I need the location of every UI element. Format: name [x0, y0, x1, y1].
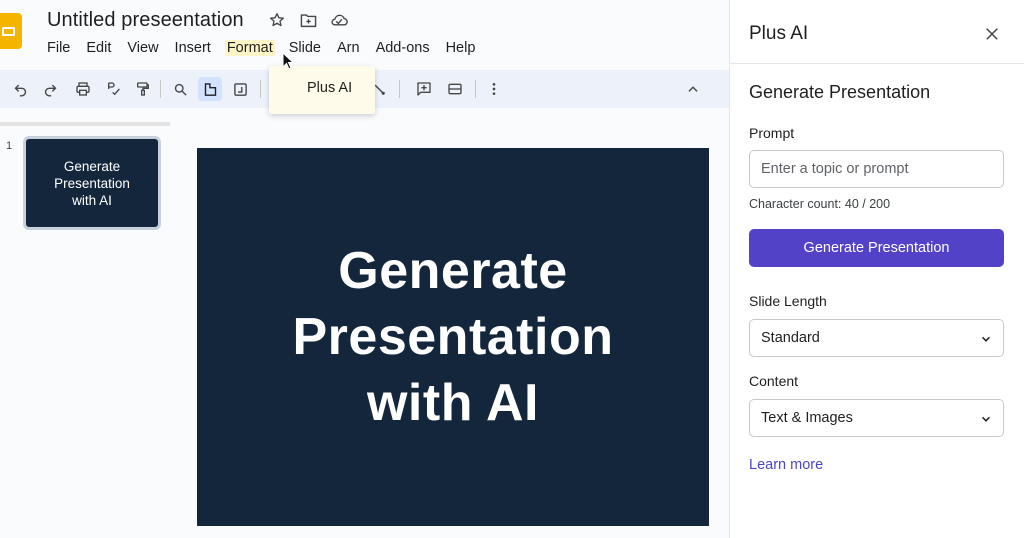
plus-ai-sidebar: Plus AI Generate Presentation Prompt Cha…: [730, 0, 1024, 538]
slide-length-value: Standard: [761, 330, 820, 346]
toolbar-divider: [260, 80, 261, 98]
content-value: Text & Images: [761, 410, 853, 426]
slide-canvas[interactable]: Generate Presentation with AI: [197, 148, 709, 526]
character-count: Character count: 40 / 200: [749, 197, 891, 211]
filmstrip-divider: [0, 122, 170, 126]
slide-thumbnail[interactable]: Generate Presentation with AI: [23, 136, 161, 230]
print-icon[interactable]: [73, 79, 93, 99]
more-icon[interactable]: [484, 79, 504, 99]
slide-length-label: Slide Length: [749, 293, 827, 309]
zoom-icon[interactable]: [170, 79, 190, 99]
undo-icon[interactable]: [10, 79, 30, 99]
menu-format[interactable]: Format: [224, 40, 275, 56]
learn-more-link[interactable]: Learn more: [749, 457, 823, 473]
slides-logo-icon[interactable]: [0, 13, 22, 49]
cloud-status-icon[interactable]: [330, 11, 348, 29]
close-icon[interactable]: [983, 25, 1001, 43]
slides-app: Untitled preseentation File Edit View In…: [0, 0, 730, 538]
slide-number: 1: [6, 140, 13, 152]
move-to-folder-icon[interactable]: [299, 11, 317, 29]
paint-format-icon[interactable]: [133, 79, 153, 99]
panel-title: Plus AI: [749, 23, 809, 44]
image-icon[interactable]: [230, 79, 250, 99]
menu-add-ons[interactable]: Add-ons: [376, 40, 430, 56]
collapse-icon[interactable]: [683, 79, 703, 99]
content-select[interactable]: Text & Images: [749, 399, 1004, 437]
spellcheck-icon[interactable]: [104, 79, 124, 99]
section-title: Generate Presentation: [749, 82, 931, 102]
menu-file[interactable]: File: [47, 40, 70, 56]
toolbar-divider: [399, 80, 400, 98]
menu-bar: File Edit View Insert Format Slide Arn A…: [47, 40, 491, 56]
document-title[interactable]: Untitled preseentation: [47, 9, 244, 32]
chevron-down-icon: [981, 416, 991, 422]
slide-title-text[interactable]: Generate Presentation with AI: [293, 238, 614, 436]
menu-help[interactable]: Help: [446, 40, 476, 56]
thumbnail-text: Generate Presentation with AI: [54, 158, 130, 208]
chevron-down-icon: [981, 336, 991, 342]
layout-icon[interactable]: [445, 79, 465, 99]
toolbar-divider: [160, 80, 161, 98]
menu-edit[interactable]: Edit: [86, 40, 111, 56]
slide-length-select[interactable]: Standard: [749, 319, 1004, 357]
top-bar: Untitled preseentation File Edit View In…: [0, 0, 730, 66]
title-icons: [268, 11, 348, 29]
menu-insert[interactable]: Insert: [175, 40, 211, 56]
select-icon[interactable]: [198, 77, 222, 101]
panel-divider: [730, 63, 1024, 64]
content-label: Content: [749, 373, 799, 389]
comment-icon[interactable]: [414, 79, 434, 99]
prompt-label: Prompt: [749, 125, 795, 141]
menu-view[interactable]: View: [127, 40, 158, 56]
star-icon[interactable]: [268, 11, 286, 29]
prompt-input[interactable]: [749, 150, 1004, 188]
toolbar-divider: [475, 80, 476, 98]
generate-presentation-button[interactable]: Generate Presentation: [749, 229, 1004, 267]
mouse-cursor-icon: [282, 51, 295, 75]
redo-icon[interactable]: [40, 79, 60, 99]
menu-arrange[interactable]: Arn: [337, 40, 360, 56]
dropdown-item-plus-ai[interactable]: Plus AI: [307, 80, 352, 96]
